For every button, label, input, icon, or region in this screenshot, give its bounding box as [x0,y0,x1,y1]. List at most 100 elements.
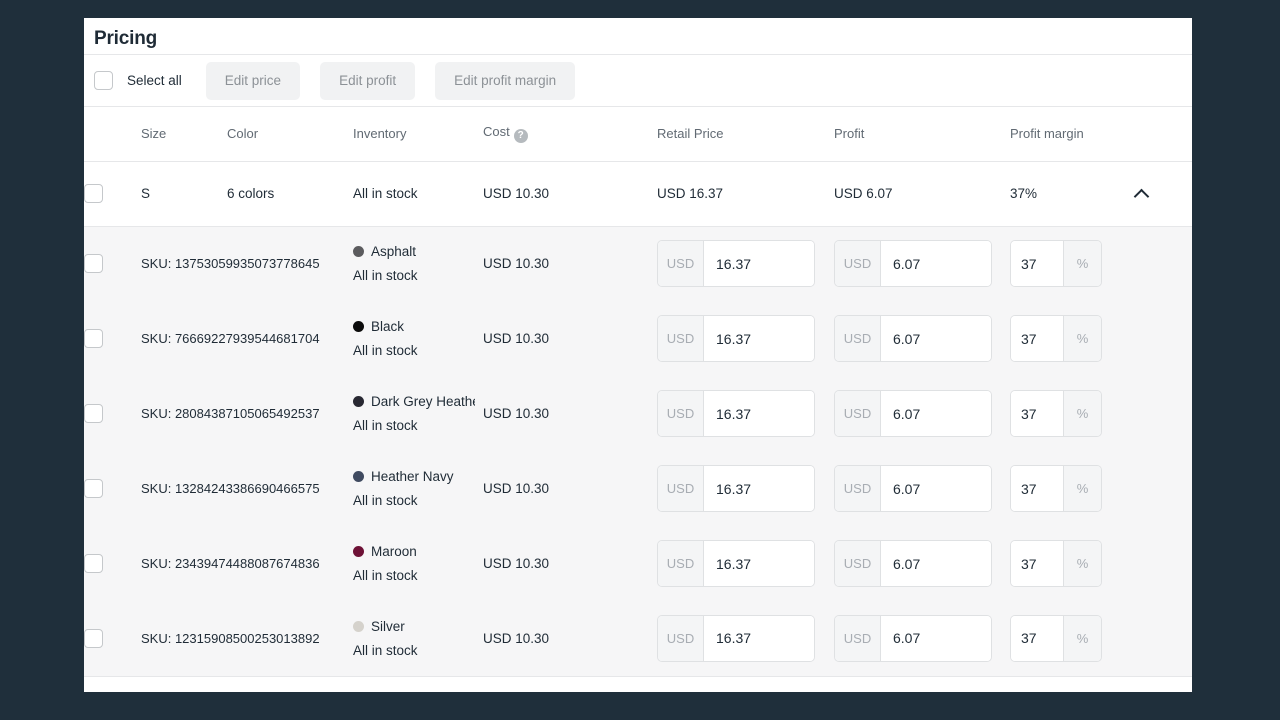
color-swatch-icon [353,246,364,258]
profit-currency-prefix: USD [835,541,881,586]
variant-cost: USD 10.30 [483,226,657,301]
parent-variant-row[interactable]: S 6 colors All in stock USD 10.30 USD 16… [84,161,1192,227]
variant-profit-cell: USD [834,376,1010,451]
edit-profit-margin-button[interactable]: Edit profit margin [435,61,576,100]
color-swatch-icon [353,396,364,407]
table-row[interactable]: SKU: 13284243386690466575 Heather Navy A… [84,451,1192,526]
variant-cost: USD 10.30 [483,451,657,526]
edit-price-button[interactable]: Edit price [205,61,301,100]
profit-input[interactable] [881,466,991,511]
color-swatch-icon [353,620,364,632]
variant-color-name: Maroon [371,544,417,559]
profit-margin-input-group: % [1010,540,1102,587]
profit-margin-input[interactable] [1011,391,1063,436]
profit-margin-input[interactable] [1011,241,1063,287]
variant-profit-margin-cell: % [1010,226,1192,301]
profit-input-group: USD [834,614,992,662]
variant-inventory: All in stock [353,268,418,284]
percent-suffix: % [1063,615,1101,661]
retail-price-input[interactable] [704,391,814,436]
profit-margin-input-group: % [1010,465,1102,512]
variant-inventory: All in stock [353,568,418,583]
profit-input[interactable] [881,316,991,361]
chevron-up-icon[interactable] [1135,187,1149,201]
profit-input[interactable] [881,615,991,661]
header-inventory: Inventory [353,107,483,162]
profit-input[interactable] [881,391,991,436]
parent-color: 6 colors [227,161,353,227]
parent-cost: USD 10.30 [483,161,657,227]
profit-margin-input[interactable] [1011,316,1063,361]
retail-price-input[interactable] [704,466,814,511]
row-checkbox[interactable] [84,184,103,203]
retail-price-input[interactable] [704,541,814,586]
variant-checkbox-cell [84,376,141,451]
retail-price-input[interactable] [704,316,814,361]
profit-currency-prefix: USD [835,466,881,511]
variant-retail-price-cell: USD [657,226,834,301]
profit-input[interactable] [881,541,991,586]
variant-cost: USD 10.30 [483,301,657,376]
profit-input-group: USD [834,240,992,288]
profit-margin-input[interactable] [1011,466,1063,511]
select-all-checkbox[interactable] [94,71,113,90]
edit-profit-button[interactable]: Edit profit [320,61,416,100]
variant-checkbox[interactable] [84,329,103,348]
select-all-label: Select all [127,73,182,88]
retail-price-input-group: USD [657,390,815,437]
variant-inventory: All in stock [353,343,418,358]
table-header: Size Color Inventory Cost? Retail Price … [84,107,1192,162]
variant-inventory: All in stock [353,493,418,508]
profit-currency-prefix: USD [835,241,881,287]
profit-margin-input[interactable] [1011,615,1063,661]
retail-currency-prefix: USD [658,541,704,586]
collapse-cell [1135,161,1192,227]
variant-checkbox[interactable] [84,254,103,274]
parent-profit: USD 6.07 [834,161,1010,227]
variant-color-line: Dark Grey Heather [353,394,477,409]
header-profit: Profit [834,107,1010,162]
profit-margin-input[interactable] [1011,541,1063,586]
variant-sku: SKU: 13284243386690466575 [141,481,320,496]
percent-suffix: % [1063,541,1101,586]
variant-cost: USD 10.30 [483,601,657,677]
percent-suffix: % [1063,466,1101,511]
pricing-card: Pricing Select all Edit price Edit profi… [84,18,1192,692]
table-row[interactable]: SKU: 12315908500253013892 Silver All in … [84,601,1192,677]
retail-price-input[interactable] [704,241,814,287]
variant-color-cell: Silver All in stock [353,601,483,677]
header-color: Color [227,107,353,162]
retail-price-input-group: USD [657,614,815,662]
help-icon[interactable]: ? [513,129,528,144]
retail-price-input-group: USD [657,315,815,362]
variant-checkbox[interactable] [84,628,103,648]
variant-profit-cell: USD [834,226,1010,301]
profit-currency-prefix: USD [835,391,881,436]
variant-checkbox[interactable] [84,404,103,423]
bulk-action-bar: Select all Edit price Edit profit Edit p… [84,54,1192,107]
variant-profit-margin-cell: % [1010,376,1192,451]
variant-color-line: Silver [353,619,477,634]
table-row[interactable]: SKU: 28084387105065492537 Dark Grey Heat… [84,376,1192,451]
header-chevron-cell [1135,107,1192,162]
variant-sku: SKU: 76669227939544681704 [141,331,320,346]
profit-input-group: USD [834,390,992,437]
variant-checkbox[interactable] [84,554,103,573]
variant-sku: SKU: 23439474488087674836 [141,556,320,571]
header-size: Size [141,107,227,162]
color-swatch-icon [353,321,364,332]
variant-profit-margin-cell: % [1010,601,1192,677]
retail-currency-prefix: USD [658,316,704,361]
table-row[interactable]: SKU: 76669227939544681704 Black All in s… [84,301,1192,376]
parent-inventory: All in stock [353,161,483,227]
profit-input[interactable] [881,241,991,287]
table-row[interactable]: SKU: 23439474488087674836 Maroon All in … [84,526,1192,601]
header-checkbox-cell [84,107,141,162]
retail-price-input-group: USD [657,540,815,587]
variant-sku-cell: SKU: 13753059935073778645 [141,226,353,301]
retail-price-input[interactable] [704,615,814,661]
profit-input-group: USD [834,315,992,362]
variant-color-name: Silver [371,618,405,634]
table-row[interactable]: SKU: 13753059935073778645 Asphalt All in… [84,226,1192,301]
variant-checkbox[interactable] [84,479,103,498]
